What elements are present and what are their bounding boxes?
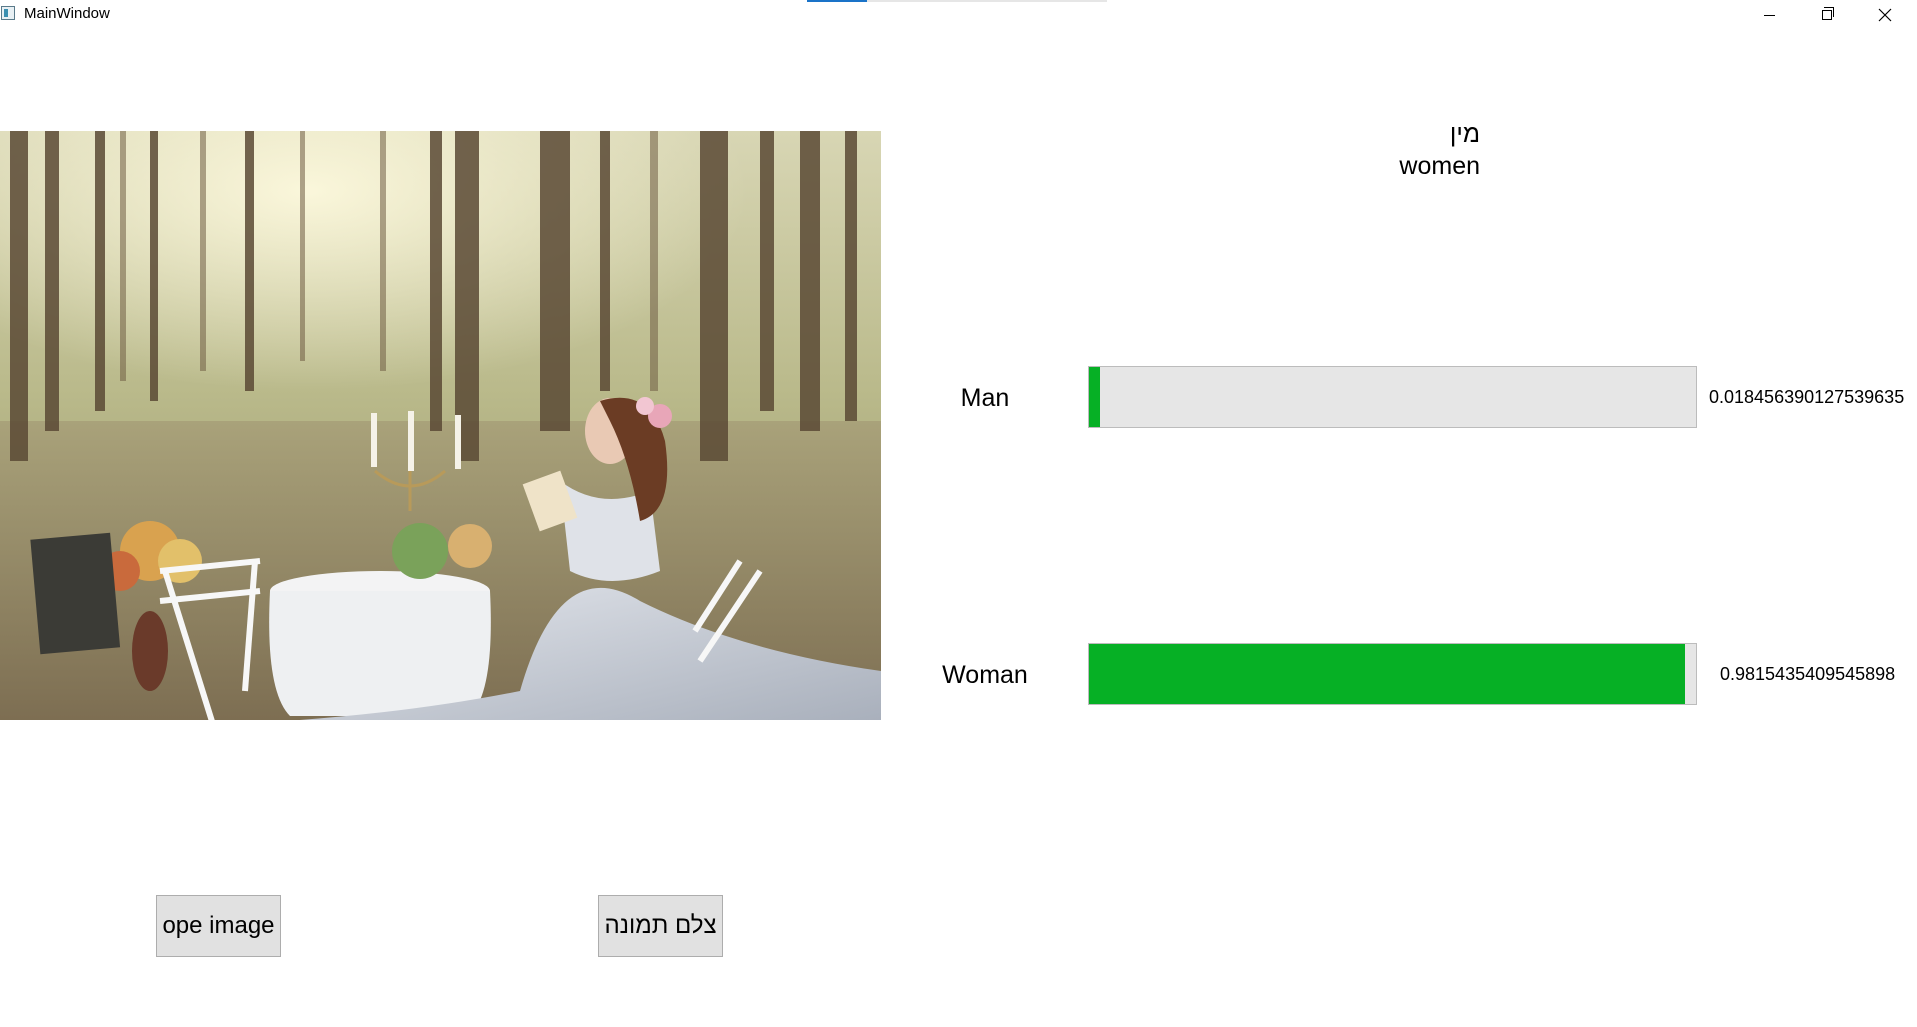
restore-button[interactable]	[1798, 0, 1856, 30]
woman-probability-value: 0.9815435409545898	[1720, 664, 1896, 684]
restore-icon	[1822, 7, 1834, 20]
title-focus-strip	[807, 0, 1107, 2]
take-photo-button[interactable]: צלם תמונה	[598, 895, 723, 957]
woman-label: Woman	[942, 661, 1028, 689]
woman-probability-fill	[1089, 644, 1685, 704]
woman-probability-bar	[1088, 643, 1697, 705]
gender-result: מין women	[1300, 118, 1480, 182]
preview-image	[0, 131, 881, 720]
man-probability-value: 0.018456390127539635	[1709, 387, 1905, 407]
minimize-icon	[1763, 14, 1775, 16]
minimize-button[interactable]	[1740, 0, 1798, 30]
title-bar: MainWindow	[0, 0, 1917, 30]
open-image-button[interactable]: ope image	[156, 895, 281, 957]
gender-heading: מין	[1449, 120, 1480, 148]
window-title: MainWindow	[24, 5, 110, 22]
close-button[interactable]	[1856, 0, 1914, 30]
man-probability-bar	[1088, 366, 1697, 428]
man-label: Man	[960, 384, 1010, 412]
gender-value: women	[1399, 152, 1480, 180]
close-icon	[1878, 8, 1892, 22]
man-probability-fill	[1089, 367, 1101, 427]
app-icon	[1, 6, 15, 20]
